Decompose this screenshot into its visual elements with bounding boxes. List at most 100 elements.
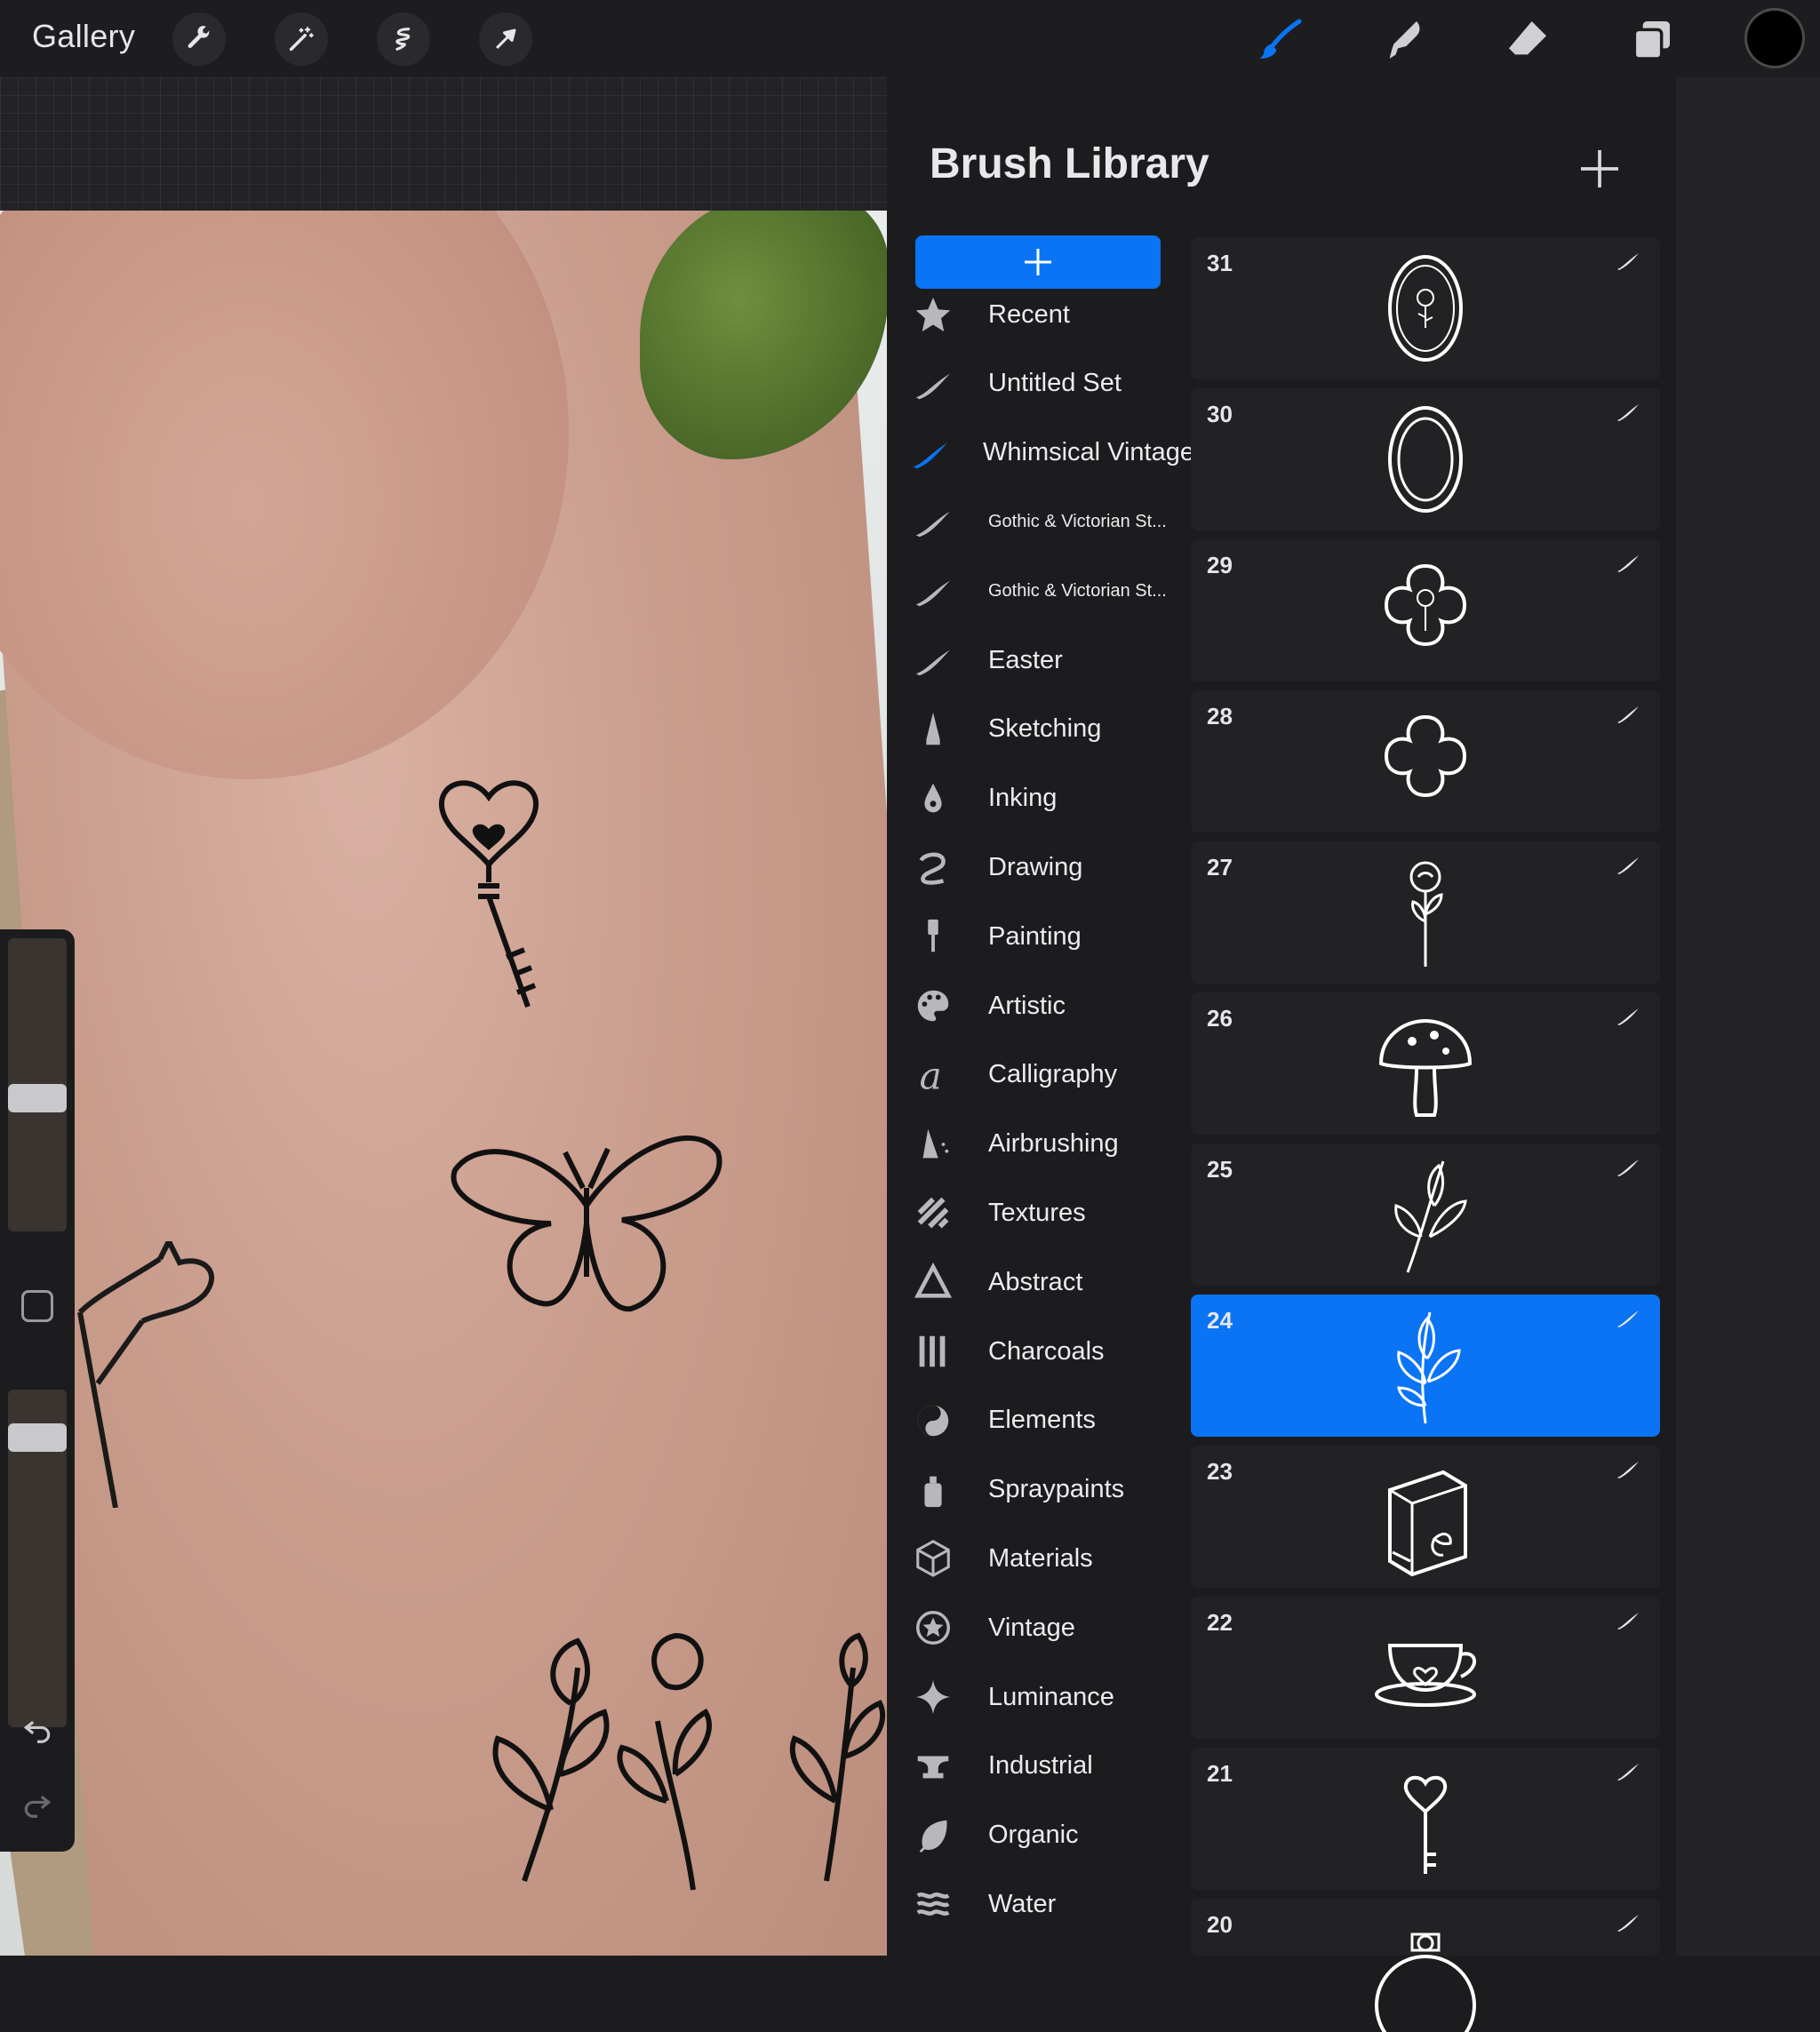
brush-set-item[interactable]: Textures <box>908 1182 1184 1244</box>
rose-icon <box>1351 850 1500 975</box>
brush-set-label: Artistic <box>988 991 1066 1020</box>
calligraphy-icon: a <box>910 1052 956 1098</box>
sprig-icon <box>1351 1152 1500 1277</box>
stroke-preview-icon <box>1616 1611 1640 1630</box>
brush-set-item[interactable]: Industrial <box>908 1735 1184 1797</box>
redo-icon[interactable] <box>16 1782 59 1825</box>
canvas-photo[interactable] <box>0 211 889 1956</box>
charcoal-icon <box>910 1328 956 1375</box>
stroke-preview-icon <box>1616 1158 1640 1177</box>
adjustments-icon[interactable] <box>377 12 430 66</box>
brush-set-label: Airbrushing <box>988 1129 1119 1159</box>
fox-sketch <box>77 1241 215 1508</box>
brush-item[interactable]: 25 <box>1191 1143 1660 1286</box>
brush-set-item[interactable]: Artistic <box>908 975 1184 1037</box>
brush-set-item[interactable]: Airbrushing <box>908 1113 1184 1175</box>
brush-item[interactable]: 20 <box>1191 1899 1660 2032</box>
brush-icon[interactable] <box>1249 9 1312 71</box>
sparkle-icon <box>910 1674 956 1720</box>
brush-set-item[interactable]: Inking <box>908 768 1184 830</box>
brush-number: 20 <box>1207 1911 1233 1938</box>
brush-set-item[interactable]: Easter <box>908 629 1184 691</box>
undo-icon[interactable] <box>16 1708 59 1750</box>
brush-item[interactable]: 30 <box>1191 388 1660 530</box>
selection-arrow-icon[interactable] <box>479 12 532 66</box>
brush-set-item[interactable]: Whimsical Vintage <box>908 422 1194 484</box>
brush-set-label: Luminance <box>988 1682 1114 1711</box>
stroke-preview-icon <box>1616 1762 1640 1781</box>
modify-button[interactable] <box>21 1290 53 1322</box>
brush-set-item[interactable]: Painting <box>908 905 1184 968</box>
brush-set-item[interactable]: Gothic & Victorian St... <box>908 490 1184 553</box>
brush-item[interactable]: 26 <box>1191 992 1660 1135</box>
brush-item[interactable]: 29 <box>1191 539 1660 681</box>
top-toolbar: Gallery <box>0 0 1820 77</box>
wrench-icon[interactable] <box>172 12 226 66</box>
smudge-icon[interactable] <box>1373 9 1435 71</box>
brush-item[interactable]: 28 <box>1191 690 1660 833</box>
svg-text:a: a <box>920 1055 942 1096</box>
floral-tattoos <box>492 1632 886 1891</box>
ink-drop-icon <box>910 776 956 822</box>
brush-item[interactable]: 23 <box>1191 1446 1660 1588</box>
brush-set-item[interactable]: Untitled Set <box>908 353 1184 415</box>
brush-item[interactable]: 27 <box>1191 841 1660 984</box>
butterfly-tattoo <box>451 1135 722 1312</box>
stroke-icon <box>910 498 956 545</box>
brush-item[interactable]: 24 <box>1191 1295 1660 1437</box>
brush-set-item[interactable]: a Calligraphy <box>908 1044 1184 1106</box>
brush-set-item[interactable]: Spraypaints <box>908 1459 1184 1521</box>
brush-size-thumb[interactable] <box>8 1083 67 1112</box>
brush-set-label: Gothic & Victorian St... <box>988 511 1167 531</box>
brush-set-item[interactable]: Charcoals <box>908 1320 1184 1383</box>
eraser-icon[interactable] <box>1497 9 1559 71</box>
brush-item[interactable]: 22 <box>1191 1597 1660 1739</box>
new-brush-set-button[interactable] <box>915 235 1161 289</box>
texture-icon <box>910 1190 956 1236</box>
brush-set-item[interactable]: Luminance <box>908 1666 1184 1728</box>
color-picker-button[interactable] <box>1747 11 1802 66</box>
brush-item[interactable]: 21 <box>1191 1748 1660 1890</box>
brush-set-label: Gothic & Victorian St... <box>988 580 1167 601</box>
brush-set-label: Drawing <box>988 852 1083 881</box>
brush-set-item[interactable]: Sketching <box>908 698 1184 761</box>
brush-set-item[interactable]: Gothic & Victorian St... <box>908 560 1184 622</box>
quatrefoil-rose-icon <box>1351 548 1500 673</box>
yin-yang-icon <box>910 1398 956 1444</box>
stroke-preview-icon <box>1616 1309 1640 1328</box>
brush-set-item[interactable]: Abstract <box>908 1251 1184 1313</box>
leaf-sprig-icon <box>1351 1303 1500 1428</box>
brush-set-item[interactable]: Water <box>908 1873 1184 1935</box>
spray-can-icon <box>910 1467 956 1513</box>
brush-set-item[interactable]: Vintage <box>908 1597 1184 1659</box>
vintage-star-icon <box>910 1605 956 1651</box>
brush-set-item[interactable]: Organic <box>908 1805 1184 1867</box>
stroke-preview-icon <box>1616 1007 1640 1026</box>
opacity-thumb[interactable] <box>8 1423 67 1453</box>
brush-set-label: Organic <box>988 1821 1079 1850</box>
canvas-grid-right <box>1676 77 1820 1956</box>
add-brush-icon[interactable] <box>1575 144 1624 194</box>
stroke-icon <box>910 637 956 683</box>
brush-number: 21 <box>1207 1760 1233 1787</box>
brush-set-label: Vintage <box>988 1613 1075 1642</box>
brush-set-item[interactable]: Materials <box>908 1527 1184 1590</box>
brush-set-item[interactable]: Recent <box>908 283 1184 346</box>
brush-library-panel: Brush Library Recent Untitled Set Whimsica… <box>887 77 1676 2032</box>
layers-icon[interactable] <box>1620 9 1682 71</box>
stroke-preview-icon <box>1616 251 1640 271</box>
palette-icon <box>910 983 956 1029</box>
brush-set-item[interactable]: Drawing <box>908 836 1184 898</box>
magic-wand-icon[interactable] <box>275 12 328 66</box>
stroke-preview-icon <box>1616 856 1640 875</box>
oval-frame-icon <box>1351 397 1500 522</box>
brush-item[interactable]: 31 <box>1191 237 1660 379</box>
loop-icon <box>910 844 956 890</box>
panel-title: Brush Library <box>930 140 1209 187</box>
brush-number: 27 <box>1207 854 1233 881</box>
brush-set-label: Painting <box>988 921 1082 951</box>
gallery-button[interactable]: Gallery <box>32 18 135 55</box>
anvil-icon <box>910 1743 956 1789</box>
brush-set-item[interactable]: Elements <box>908 1390 1184 1452</box>
rose-frame-icon <box>1351 246 1500 371</box>
